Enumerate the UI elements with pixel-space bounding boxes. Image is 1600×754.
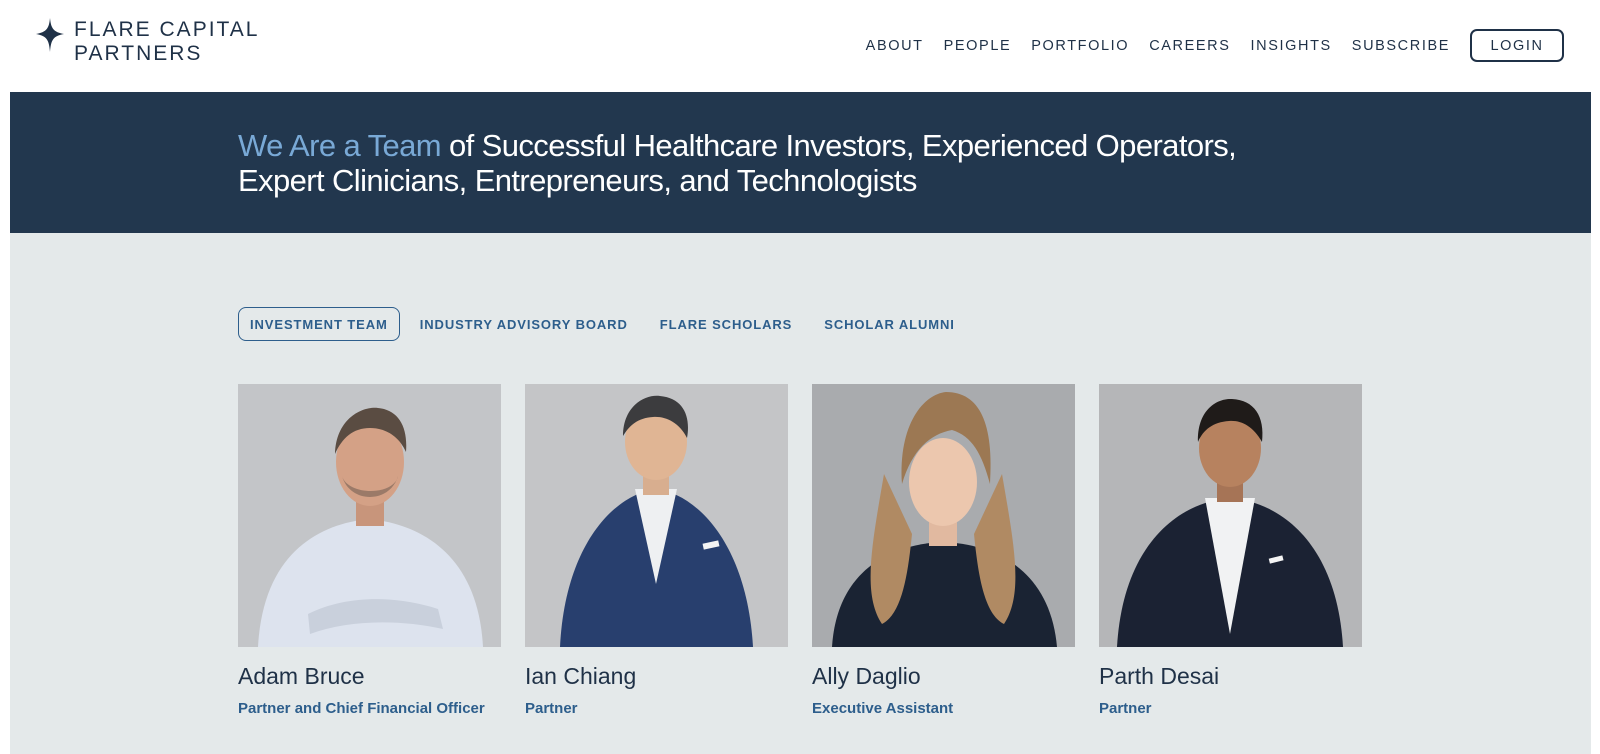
nav-portfolio[interactable]: PORTFOLIO xyxy=(1031,38,1129,54)
team-member-name[interactable]: Ally Daglio xyxy=(812,663,1075,690)
team-grid: Adam Bruce Partner and Chief Financial O… xyxy=(238,384,1386,719)
team-card[interactable]: Ian Chiang Partner xyxy=(525,384,788,719)
tab-industry-advisory-board[interactable]: INDUSTRY ADVISORY BOARD xyxy=(420,317,628,332)
tab-investment-team[interactable]: INVESTMENT TEAM xyxy=(238,307,400,341)
team-member-photo[interactable] xyxy=(812,384,1075,647)
main-nav: ABOUT PEOPLE PORTFOLIO CAREERS INSIGHTS … xyxy=(866,29,1564,62)
logo-wordmark: FLARE CAPITAL PARTNERS xyxy=(74,18,260,66)
team-section: INVESTMENT TEAM INDUSTRY ADVISORY BOARD … xyxy=(10,233,1591,754)
portrait-image xyxy=(238,384,501,647)
nav-insights[interactable]: INSIGHTS xyxy=(1251,38,1332,54)
hero-heading: We Are a Team of Successful Healthcare I… xyxy=(238,128,1278,198)
portrait-image xyxy=(1099,384,1362,647)
team-member-role: Executive Assistant xyxy=(812,700,954,717)
team-member-photo[interactable] xyxy=(238,384,501,647)
team-card[interactable]: Parth Desai Partner xyxy=(1099,384,1362,719)
nav-people[interactable]: PEOPLE xyxy=(944,38,1012,54)
tab-flare-scholars[interactable]: FLARE SCHOLARS xyxy=(660,317,793,332)
portrait-image xyxy=(525,384,788,647)
hero-heading-line-1: of Successful Healthcare Investors, Expe… xyxy=(441,128,1237,163)
nav-subscribe[interactable]: SUBSCRIBE xyxy=(1352,38,1450,54)
hero-heading-line-2: Expert Clinicians, Entrepreneurs, and Te… xyxy=(238,163,917,198)
tab-scholar-alumni[interactable]: SCHOLAR ALUMNI xyxy=(824,317,955,332)
team-member-photo[interactable] xyxy=(525,384,788,647)
site-header: FLARE CAPITAL PARTNERS ABOUT PEOPLE PORT… xyxy=(0,0,1600,92)
team-card[interactable]: Ally Daglio Executive Assistant xyxy=(812,384,1075,719)
hero-heading-accent: We Are a Team xyxy=(238,128,442,163)
nav-careers[interactable]: CAREERS xyxy=(1149,38,1230,54)
team-member-role: Partner xyxy=(525,700,578,717)
team-card[interactable]: Adam Bruce Partner and Chief Financial O… xyxy=(238,384,501,719)
four-point-star-icon xyxy=(36,18,64,52)
team-member-role: Partner and Chief Financial Officer xyxy=(238,700,485,717)
logo[interactable]: FLARE CAPITAL PARTNERS xyxy=(36,18,260,66)
team-member-photo[interactable] xyxy=(1099,384,1362,647)
team-member-name[interactable]: Adam Bruce xyxy=(238,663,501,690)
team-member-name[interactable]: Parth Desai xyxy=(1099,663,1362,690)
login-button[interactable]: LOGIN xyxy=(1470,29,1564,62)
logo-line-2: PARTNERS xyxy=(74,42,203,65)
team-tabs: INVESTMENT TEAM INDUSTRY ADVISORY BOARD … xyxy=(238,307,987,341)
logo-line-1: FLARE CAPITAL xyxy=(74,18,260,41)
team-member-role: Partner xyxy=(1099,700,1152,717)
nav-about[interactable]: ABOUT xyxy=(866,38,924,54)
team-member-name[interactable]: Ian Chiang xyxy=(525,663,788,690)
hero-banner: We Are a Team of Successful Healthcare I… xyxy=(10,92,1591,233)
portrait-image xyxy=(812,384,1075,647)
